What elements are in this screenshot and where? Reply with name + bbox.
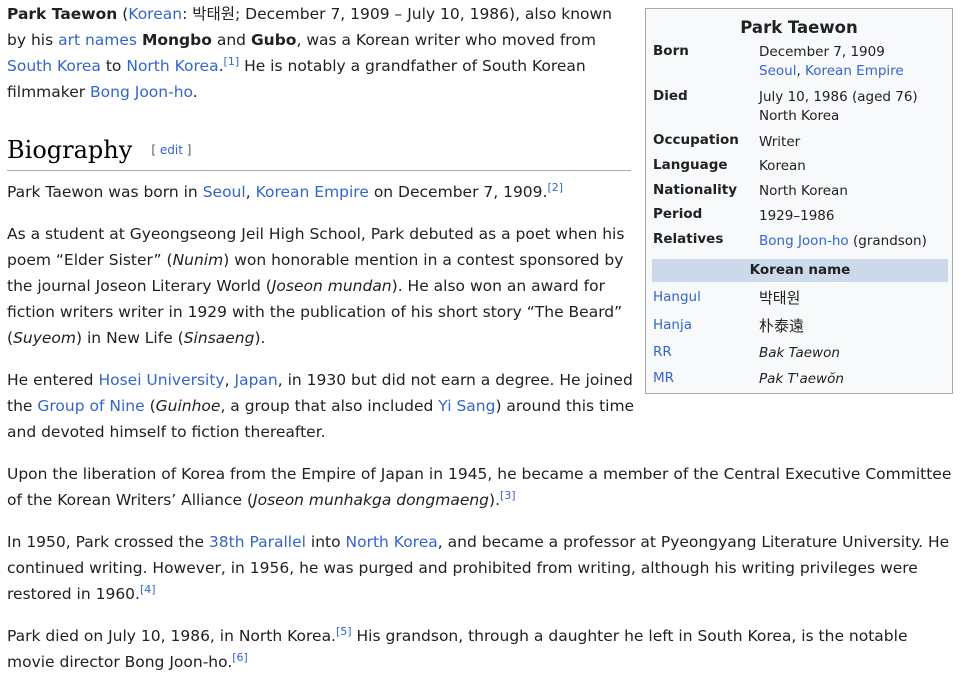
hanja-link[interactable]: Hanja (653, 317, 753, 333)
ref-5[interactable]: [5] (336, 625, 352, 638)
lead-paragraph: Park Taewon (Korean: 박태원; December 7, 19… (7, 5, 613, 101)
group-of-nine-link[interactable]: Group of Nine (37, 397, 144, 415)
mr-link[interactable]: MR (653, 370, 753, 386)
ref-3[interactable]: [3] (500, 489, 516, 502)
art-names-link[interactable]: art names (58, 31, 137, 49)
section-title: Biography (7, 136, 133, 164)
ref-4[interactable]: [4] (140, 583, 156, 596)
rr-link[interactable]: RR (653, 344, 753, 360)
biography-heading: Biography [ edit ] (7, 130, 631, 171)
japan-link[interactable]: Japan (235, 371, 278, 389)
bong-joon-ho-link[interactable]: Bong Joon-ho (90, 83, 193, 101)
bio-paragraph-2: As a student at Gyeongseong Jeil High Sc… (7, 225, 625, 347)
infobox-seoul-link[interactable]: Seoul (759, 63, 796, 79)
edit-section: [ edit ] (151, 143, 192, 157)
infobox-korean-empire-link[interactable]: Korean Empire (805, 63, 904, 79)
edit-section-link[interactable]: edit (160, 143, 183, 157)
infobox: Park Taewon Born December 7, 1909 Seoul, … (645, 8, 953, 394)
hangul-link[interactable]: Hangul (653, 289, 753, 305)
infobox-title: Park Taewon (740, 18, 858, 37)
bio-paragraph-4: Upon the liberation of Korea from the Em… (7, 465, 952, 509)
bio-paragraph-6: Park died on July 10, 1986, in North Kor… (7, 624, 908, 671)
38th-parallel-link[interactable]: 38th Parallel (209, 533, 306, 551)
north-korea-link-2[interactable]: North Korea (346, 533, 438, 551)
bio-paragraph-3: He entered Hosei University, Japan, in 1… (7, 371, 635, 441)
hosei-university-link[interactable]: Hosei University (98, 371, 224, 389)
infobox-bong-joon-ho-link[interactable]: Bong Joon-ho (759, 233, 849, 249)
korean-language-link[interactable]: Korean (128, 5, 182, 23)
bio-paragraph-5: In 1950, Park crossed the 38th Parallel … (7, 533, 950, 603)
north-korea-link[interactable]: North Korea (126, 57, 218, 75)
subject-name: Park Taewon (7, 5, 118, 23)
seoul-link[interactable]: Seoul (203, 183, 246, 201)
ref-2[interactable]: [2] (547, 181, 563, 194)
south-korea-link[interactable]: South Korea (7, 57, 101, 75)
yi-sang-link[interactable]: Yi Sang (438, 397, 495, 415)
korean-name-header: Korean name (652, 259, 948, 282)
korean-empire-link[interactable]: Korean Empire (256, 183, 369, 201)
bio-paragraph-1: Park Taewon was born in Seoul, Korean Em… (7, 180, 564, 201)
ref-6[interactable]: [6] (232, 651, 248, 664)
ref-1[interactable]: [1] (224, 55, 240, 68)
